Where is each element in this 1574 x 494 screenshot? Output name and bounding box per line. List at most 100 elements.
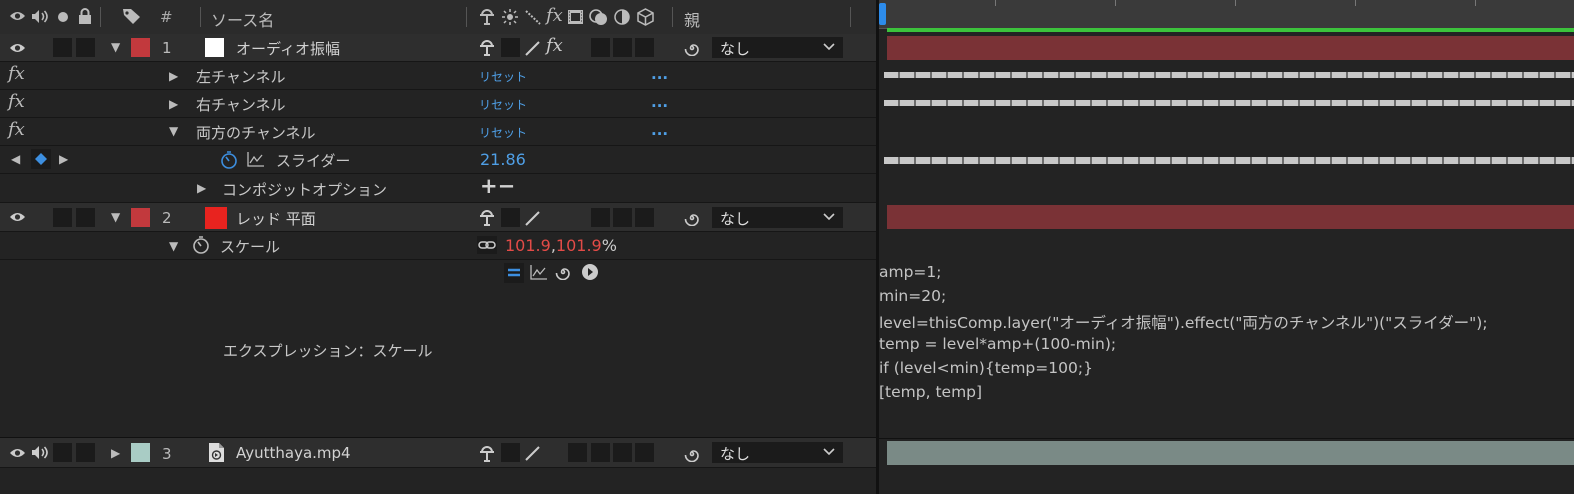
layer-row-1[interactable]: ▼ 1 オーディオ振幅 fx なし [0, 34, 876, 62]
pickwhip-spiral-icon[interactable] [684, 210, 700, 226]
pickwhip-spiral-icon[interactable] [684, 40, 700, 56]
eye-icon[interactable] [9, 210, 26, 224]
expand-triangle-icon[interactable]: ▼ [111, 40, 120, 54]
layer-row-2[interactable]: ▼ 2 レッド 平面 なし [0, 203, 876, 232]
expression-enable-toggle[interactable] [504, 263, 524, 283]
collapse-sun-icon[interactable] [502, 9, 518, 25]
eye-icon[interactable] [9, 9, 26, 23]
effect-name[interactable]: 右チャンネル [196, 94, 286, 115]
graph-icon[interactable] [247, 152, 264, 167]
solo-icon[interactable] [57, 11, 69, 23]
3d-cube-icon[interactable] [637, 8, 654, 26]
layer-bar-3[interactable] [887, 441, 1574, 465]
expression-line[interactable]: min=20; [879, 287, 946, 305]
adjustment-switch[interactable] [613, 38, 632, 57]
expand-triangle-icon[interactable]: ▶ [169, 69, 178, 83]
frame-blending-switch[interactable] [591, 443, 610, 462]
expression-line[interactable]: if (level<min){temp=100;} [879, 359, 1093, 377]
effect-row-both[interactable]: fx ▼ 両方のチャンネル リセット ... [0, 118, 876, 146]
fx-toggle-icon[interactable]: fx [8, 91, 25, 112]
lock-toggle[interactable] [76, 443, 95, 462]
time-ruler[interactable] [879, 0, 1574, 29]
layer-name[interactable]: Ayutthaya.mp4 [236, 444, 351, 462]
effect-options-link[interactable]: ... [651, 93, 668, 111]
expand-triangle-icon[interactable]: ▼ [169, 124, 178, 138]
expand-triangle-icon[interactable]: ▼ [169, 239, 178, 253]
shy-switch-icon[interactable] [478, 40, 496, 56]
lock-toggle[interactable] [76, 208, 95, 227]
motion-blur-switch[interactable] [591, 38, 610, 57]
motion-blur-switch[interactable] [591, 208, 610, 227]
effects-fx-icon[interactable]: fx [546, 5, 563, 26]
label-tag-icon[interactable] [122, 8, 141, 25]
scale-value[interactable]: 101.9,101.9% [505, 236, 617, 255]
next-keyframe-icon[interactable]: ▶ [59, 152, 68, 166]
parent-dropdown[interactable]: なし [712, 442, 843, 463]
stopwatch-icon[interactable] [192, 236, 210, 254]
prev-keyframe-icon[interactable]: ◀ [11, 152, 20, 166]
3d-switch[interactable] [635, 443, 654, 462]
lock-icon[interactable] [78, 8, 92, 24]
solo-toggle[interactable] [53, 208, 72, 227]
blur-circles-icon[interactable] [589, 8, 609, 26]
composite-options-label[interactable]: コンポジットオプション [222, 179, 387, 200]
effect-options-link[interactable]: ... [651, 65, 668, 83]
pickwhip-spiral-icon[interactable] [555, 264, 571, 280]
quality-switch-icon[interactable] [524, 445, 541, 462]
reset-link[interactable]: リセット [479, 68, 527, 85]
shy-icon[interactable] [478, 9, 496, 25]
shy-switch-icon[interactable] [478, 446, 496, 462]
work-area-bar[interactable] [887, 28, 1574, 32]
parent-dropdown[interactable]: なし [712, 37, 843, 58]
speaker-icon[interactable] [31, 9, 49, 24]
effect-name[interactable]: 両方のチャンネル [196, 122, 316, 143]
expand-triangle-icon[interactable]: ▶ [197, 181, 206, 195]
eye-icon[interactable] [9, 446, 26, 460]
speaker-icon[interactable] [31, 445, 49, 460]
expression-line[interactable]: [temp, temp] [879, 383, 982, 401]
layer-bar-2[interactable] [887, 205, 1574, 229]
slider-value[interactable]: 21.86 [480, 150, 526, 169]
fx-toggle-icon[interactable]: fx [8, 119, 25, 140]
shy-switch-icon[interactable] [478, 210, 496, 226]
expand-triangle-icon[interactable]: ▶ [169, 97, 178, 111]
slider-property-row[interactable]: ◀ ▶ スライダー 21.86 [0, 146, 876, 174]
label-color-swatch[interactable] [131, 443, 150, 462]
expression-line[interactable]: level=thisComp.layer("オーディオ振幅").effect("… [879, 311, 1488, 333]
expand-triangle-icon[interactable]: ▶ [111, 446, 120, 460]
layer-name[interactable]: レッド 平面 [236, 208, 316, 229]
fx-toggle-icon[interactable]: fx [8, 63, 25, 84]
lock-toggle[interactable] [76, 38, 95, 57]
quality-switch-icon[interactable] [524, 210, 541, 227]
effect-row-left[interactable]: fx ▶ 左チャンネル リセット ... [0, 62, 876, 90]
collapse-switch[interactable] [501, 443, 520, 462]
solo-toggle[interactable] [53, 38, 72, 57]
add-keyframe-button[interactable] [31, 149, 51, 169]
solo-toggle[interactable] [53, 443, 72, 462]
effects-switch-icon[interactable]: fx [546, 35, 563, 56]
motion-blur-switch[interactable] [613, 443, 632, 462]
scale-property-row[interactable]: ▼ スケール 101.9,101.9% [0, 232, 876, 260]
3d-switch[interactable] [635, 208, 654, 227]
quality-switch-icon[interactable] [524, 40, 541, 57]
expression-editor[interactable]: amp=1; min=20; level=thisComp.layer("オーデ… [879, 261, 1574, 438]
scale-y-value[interactable]: 101.9 [556, 236, 602, 255]
expand-triangle-icon[interactable]: ▼ [111, 210, 120, 224]
reset-link[interactable]: リセット [479, 96, 527, 113]
source-name-column-header[interactable]: ソース名 [211, 7, 274, 31]
pickwhip-spiral-icon[interactable] [684, 446, 700, 462]
film-strip-icon[interactable] [567, 9, 584, 25]
label-color-swatch[interactable] [131, 38, 150, 57]
stopwatch-icon[interactable] [220, 151, 238, 169]
layer-row-3[interactable]: ▶ 3 Ayutthaya.mp4 なし [0, 438, 876, 468]
current-time-indicator[interactable] [879, 3, 886, 25]
effect-row-right[interactable]: fx ▶ 右チャンネル リセット ... [0, 90, 876, 118]
constrain-proportions-link-icon[interactable] [477, 236, 497, 254]
add-remove-composite-buttons[interactable]: +− [480, 174, 515, 198]
effects-switch[interactable] [568, 443, 587, 462]
parent-column-header[interactable]: 親 [684, 7, 700, 31]
expression-line[interactable]: amp=1; [879, 263, 942, 281]
parent-dropdown[interactable]: なし [712, 207, 843, 228]
eye-icon[interactable] [9, 41, 26, 55]
expression-language-menu-icon[interactable] [581, 263, 599, 281]
